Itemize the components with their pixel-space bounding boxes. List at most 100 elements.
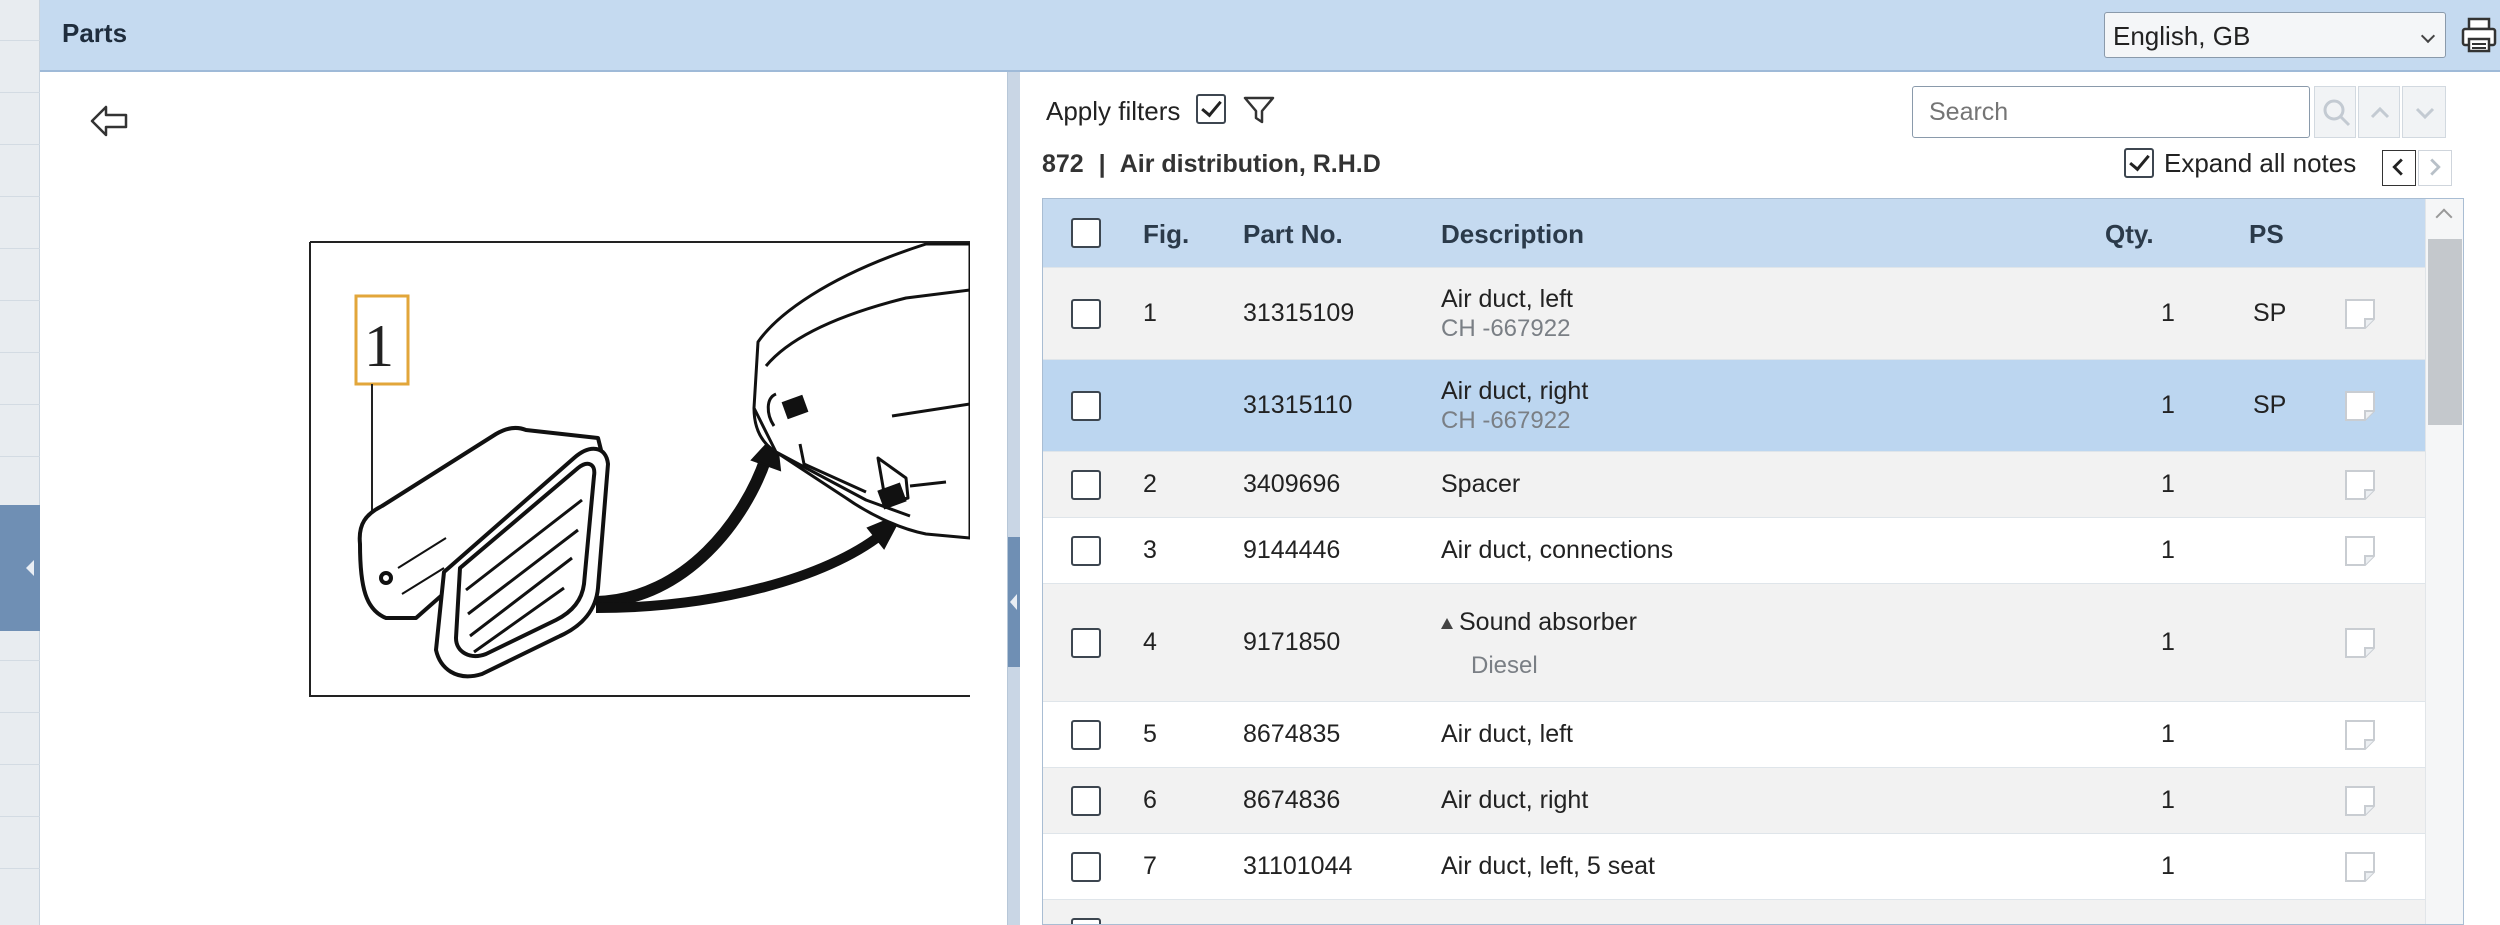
column-description[interactable]: Description	[1441, 219, 1584, 250]
table-row[interactable]: 7 31101044 Air duct, left, 5 seat 1	[1043, 833, 2425, 899]
note-icon[interactable]	[2343, 534, 2377, 568]
apply-filters-checkbox[interactable]	[1196, 94, 1226, 124]
row-checkbox[interactable]	[1071, 391, 1101, 421]
print-icon[interactable]	[2458, 14, 2500, 56]
row-part-no: 31315109	[1243, 299, 1355, 327]
note-icon[interactable]	[2343, 389, 2377, 423]
back-arrow-icon[interactable]	[88, 102, 130, 140]
app-side-strip	[0, 0, 40, 925]
parts-table: Fig. Part No. Description Qty. PS 1 3131…	[1042, 198, 2464, 925]
row-fig: 5	[1143, 720, 1157, 748]
table-row[interactable]: 31315110 Air duct, right CH -667922 1 SP	[1043, 359, 2425, 451]
search-input[interactable]	[1912, 86, 2310, 138]
collapse-triangle-icon[interactable]	[1441, 617, 1453, 629]
search-button[interactable]	[2314, 86, 2356, 138]
row-note: CH -667922	[1441, 315, 1571, 342]
row-qty: 1	[2161, 786, 2175, 814]
chevron-down-icon	[2420, 28, 2436, 44]
row-note: CH -667922	[1441, 407, 1571, 434]
splitter-collapse-handle[interactable]	[1008, 537, 1020, 667]
scroll-up-icon[interactable]	[2435, 208, 2453, 226]
row-fig: 3	[1143, 536, 1157, 564]
language-select[interactable]: English, GB	[2104, 12, 2446, 58]
note-icon[interactable]	[2343, 468, 2377, 502]
row-qty: 1	[2161, 299, 2175, 327]
row-part-no: 3409696	[1243, 470, 1341, 498]
row-description-group: Sound absorber	[1441, 608, 1637, 637]
filter-icon[interactable]	[1242, 94, 1276, 126]
column-qty[interactable]: Qty.	[2105, 219, 2154, 250]
table-row[interactable]: 2 3409696 Spacer 1	[1043, 451, 2425, 517]
section-name: Air distribution, R.H.D	[1119, 150, 1381, 178]
expand-all-notes-checkbox[interactable]	[2124, 148, 2154, 178]
row-description: Air duct, left	[1441, 720, 1573, 748]
pane-splitter[interactable]	[1008, 72, 1020, 925]
table-row[interactable]	[1043, 899, 2425, 924]
table-row[interactable]: 6 8674836 Air duct, right 1	[1043, 767, 2425, 833]
parts-list-pane: Apply filters 872 | Air distribution, R.…	[1020, 72, 2500, 925]
row-checkbox[interactable]	[1071, 628, 1101, 658]
column-part-no[interactable]: Part No.	[1243, 219, 1343, 250]
row-fig: 1	[1143, 299, 1157, 327]
row-part-no: 9144446	[1243, 536, 1341, 564]
row-qty: 1	[2161, 391, 2175, 419]
table-header: Fig. Part No. Description Qty. PS	[1043, 199, 2425, 267]
next-match-button[interactable]	[2402, 86, 2446, 138]
column-ps[interactable]: PS	[2249, 219, 2284, 250]
previous-page-button[interactable]	[2382, 150, 2416, 186]
row-description: Sound absorber	[1459, 608, 1637, 636]
note-icon[interactable]	[2343, 784, 2377, 818]
illustration-pane: 1	[40, 72, 1008, 925]
table-scrollbar[interactable]	[2425, 199, 2463, 924]
note-icon[interactable]	[2343, 297, 2377, 331]
row-description: Air duct, right	[1441, 377, 1589, 405]
row-checkbox[interactable]	[1071, 470, 1101, 500]
note-icon[interactable]	[2343, 626, 2377, 660]
note-icon[interactable]	[2343, 718, 2377, 752]
row-part-no: 8674835	[1243, 720, 1341, 748]
row-checkbox[interactable]	[1071, 299, 1101, 329]
left-panel-collapse-handle[interactable]	[0, 505, 40, 631]
collapse-arrow-icon	[26, 560, 34, 576]
table-row[interactable]: 4 9171850 Sound absorber Diesel 1	[1043, 583, 2425, 701]
row-part-no: 8674836	[1243, 786, 1341, 814]
row-description: Spacer	[1441, 470, 1521, 498]
row-part-no: 31315110	[1243, 391, 1353, 419]
next-page-button[interactable]	[2418, 150, 2452, 186]
table-row[interactable]: 1 31315109 Air duct, left CH -667922 1 S…	[1043, 267, 2425, 359]
previous-match-button[interactable]	[2358, 86, 2400, 138]
row-checkbox[interactable]	[1071, 786, 1101, 816]
row-description: Air duct, right	[1441, 786, 1589, 814]
row-qty: 1	[2161, 536, 2175, 564]
callout-label: 1	[364, 313, 394, 379]
breadcrumb: 872 | Air distribution, R.H.D	[1042, 150, 1381, 179]
row-ps: SP	[2253, 299, 2287, 327]
parts-illustration: 1	[309, 241, 970, 697]
chevron-up-icon	[2370, 106, 2390, 119]
chevron-down-icon	[2415, 107, 2435, 120]
note-icon[interactable]	[2343, 850, 2377, 884]
row-qty: 1	[2161, 470, 2175, 498]
row-qty: 1	[2161, 628, 2175, 656]
language-select-value: English, GB	[2113, 21, 2251, 51]
row-checkbox[interactable]	[1071, 720, 1101, 750]
row-fig: 2	[1143, 470, 1157, 498]
chevron-left-icon	[2392, 158, 2403, 176]
column-fig[interactable]: Fig.	[1143, 219, 1189, 250]
page-title: Parts	[62, 18, 128, 48]
row-part-no: 31101044	[1243, 852, 1353, 880]
row-description: Air duct, left	[1441, 285, 1573, 313]
select-all-checkbox[interactable]	[1071, 218, 1101, 248]
row-qty: 1	[2161, 720, 2175, 748]
row-checkbox[interactable]	[1071, 918, 1101, 924]
apply-filters-label: Apply filters	[1046, 96, 1181, 126]
table-row[interactable]: 3 9144446 Air duct, connections 1	[1043, 517, 2425, 583]
chevron-right-icon	[2430, 158, 2441, 176]
collapse-arrow-icon	[1010, 594, 1017, 610]
row-fig: 4	[1143, 628, 1157, 656]
row-checkbox[interactable]	[1071, 536, 1101, 566]
row-checkbox[interactable]	[1071, 852, 1101, 882]
table-row[interactable]: 5 8674835 Air duct, left 1	[1043, 701, 2425, 767]
row-part-no: 9171850	[1243, 628, 1341, 656]
scrollbar-thumb[interactable]	[2428, 239, 2462, 425]
